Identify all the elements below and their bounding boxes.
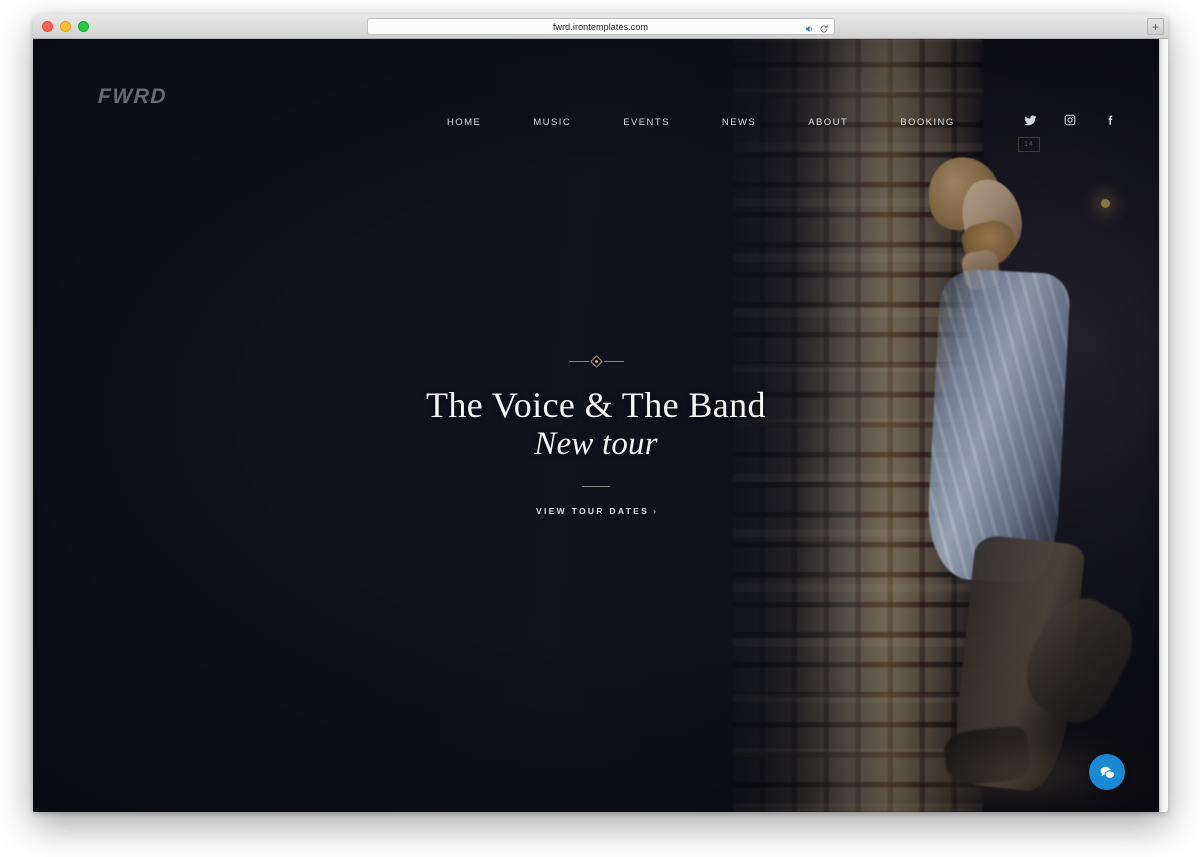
nav-item-events[interactable]: EVENTS <box>597 113 696 132</box>
ornament-line-right <box>603 360 624 362</box>
zoom-window-button[interactable] <box>78 20 89 32</box>
address-bar-icons <box>804 21 829 33</box>
browser-window: fwrd.irontemplates.com + FWRD HOME MUSIC… <box>33 14 1168 812</box>
chevron-right-icon: › <box>653 506 656 517</box>
close-window-button[interactable] <box>42 20 53 32</box>
nav-item-news[interactable]: NEWS <box>696 113 782 132</box>
ornament-line-left <box>568 360 589 362</box>
facebook-icon[interactable] <box>1101 111 1119 129</box>
browser-viewport: 14 FWRD <box>33 39 1168 812</box>
hero-title: The Voice & The Band New tour <box>33 385 1159 463</box>
instagram-icon[interactable] <box>1061 111 1079 129</box>
reload-icon[interactable] <box>819 21 829 33</box>
twitter-icon[interactable] <box>1021 111 1039 129</box>
web-page: 14 FWRD <box>33 39 1159 812</box>
chat-widget-button[interactable] <box>1089 754 1125 790</box>
social-links <box>1021 111 1119 129</box>
address-bar[interactable]: fwrd.irontemplates.com <box>366 18 835 35</box>
nav-item-home[interactable]: HOME <box>421 113 507 132</box>
view-tour-dates-button[interactable]: VIEW TOUR DATES › <box>536 506 656 516</box>
hero-content: The Voice & The Band New tour VIEW TOUR … <box>33 354 1159 519</box>
ornament-diamond <box>589 354 603 368</box>
nav-item-about[interactable]: ABOUT <box>782 113 874 132</box>
window-controls[interactable] <box>42 20 89 32</box>
cta-label: VIEW TOUR DATES <box>536 506 650 517</box>
main-navigation: HOME MUSIC EVENTS NEWS ABOUT BOOKING <box>421 113 981 132</box>
nav-item-booking[interactable]: BOOKING <box>874 113 981 132</box>
site-header: FWRD HOME MUSIC EVENTS NEWS ABOUT BOOKIN… <box>33 39 1159 149</box>
page-scrollbar[interactable] <box>1159 39 1168 812</box>
title-divider <box>582 486 610 488</box>
speaker-icon[interactable] <box>804 21 814 33</box>
minimize-window-button[interactable] <box>60 20 71 32</box>
hero-title-line-2: New tour <box>534 426 658 463</box>
nav-item-music[interactable]: MUSIC <box>507 113 597 132</box>
new-tab-button[interactable]: + <box>1147 18 1164 35</box>
browser-titlebar: fwrd.irontemplates.com + <box>33 14 1168 39</box>
diamond-ornament <box>33 354 1159 368</box>
url-text: fwrd.irontemplates.com <box>552 21 649 32</box>
hero-title-line-1: The Voice & The Band <box>426 385 766 425</box>
chat-bubbles-icon <box>1100 766 1115 781</box>
site-logo[interactable]: FWRD <box>98 85 168 109</box>
